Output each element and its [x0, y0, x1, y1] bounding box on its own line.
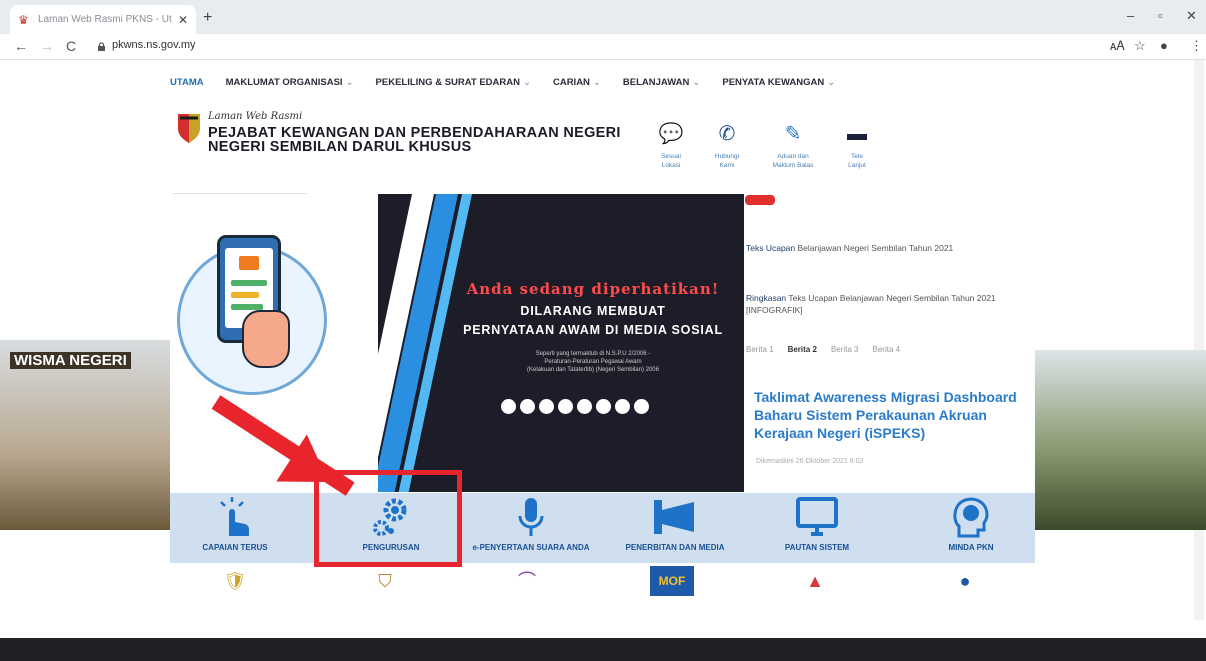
feedback-icon: ✎ — [784, 123, 802, 145]
hand-icon — [242, 310, 290, 368]
feature-pautan-sistem[interactable]: PAUTAN SISTEM — [752, 496, 882, 552]
site-subtitle: Laman Web Rasmi — [208, 111, 303, 122]
jkt-logo-icon[interactable]: ▲ — [800, 566, 830, 596]
wisma-negeri-sign: WISMA NEGERI — [10, 352, 131, 369]
quick-link-chatbot[interactable]: ▬ Tele Lanjut — [832, 122, 882, 170]
back-arrow-icon[interactable]: ← — [14, 38, 28, 54]
quick-link-lokasi[interactable]: 💬 Sesuai Lokasi — [646, 122, 696, 170]
news-tabs: Berita 1 Berita 2 Berita 3 Berita 4 — [746, 345, 900, 354]
news-headline[interactable]: Taklimat Awareness Migrasi Dashboard Bah… — [754, 388, 1019, 442]
google-plus-icon — [558, 399, 573, 414]
browser-tab-bar: ♛ Laman Web Rasmi PKNS - Ut ✕ + – ▫ ✕ — [0, 0, 1206, 34]
banner-message: DILARANG MEMBUAT PERNYATAAN AWAM DI MEDI… — [463, 304, 723, 337]
state-crest-icon[interactable] — [176, 112, 202, 144]
tab-close-icon[interactable]: ✕ — [178, 13, 188, 27]
quick-link-aduan[interactable]: ✎ Aduan dan Maklum Balas — [768, 122, 818, 170]
chat-icon: 💬 — [658, 123, 684, 145]
mof-logo-icon[interactable]: MOF — [650, 566, 694, 596]
chevron-down-icon: ⌄ — [345, 77, 354, 88]
site-title[interactable]: PEJABAT KEWANGAN DAN PERBENDAHARAAN NEGE… — [208, 126, 621, 155]
restore-icon[interactable]: ▫ — [1158, 8, 1163, 23]
malaysia-crest-icon[interactable]: 🛡 — [220, 566, 250, 596]
social-icon — [596, 399, 611, 414]
reload-icon[interactable]: C — [66, 38, 76, 54]
tab-berita-4[interactable]: Berita 4 — [873, 345, 901, 354]
menu-item-belanjawan[interactable]: BELANJAWAN ⌄ — [623, 77, 700, 88]
ansi-logo-icon[interactable]: ⌒ — [512, 566, 542, 596]
megaphone-icon — [654, 500, 694, 534]
menu-item-penyata-kewangan[interactable]: PENYATA KEWANGAN ⌄ — [722, 77, 835, 88]
banner-reference: Seperti yang termaktub di N.S.P.U 2/2006… — [527, 351, 659, 373]
chevron-down-icon: ⌄ — [692, 77, 701, 88]
menu-item-carian[interactable]: CARIAN ⌄ — [553, 77, 601, 88]
microphone-icon — [518, 498, 544, 536]
divider — [172, 193, 307, 194]
monitor-icon — [796, 497, 838, 536]
chevron-down-icon: ⌄ — [523, 77, 531, 88]
tab-title: Laman Web Rasmi PKNS - Ut — [38, 14, 172, 25]
brain-head-icon — [953, 497, 989, 538]
feature-minda-pkn[interactable]: MINDA PKN — [906, 496, 1036, 552]
tab-berita-1[interactable]: Berita 1 — [746, 345, 774, 354]
news-link-teks-ucapan[interactable]: Teks Ucapan Belanjawan Negeri Sembilan T… — [746, 242, 1016, 254]
new-tab-button[interactable]: + — [203, 9, 212, 27]
feature-e-penyertaan[interactable]: e-PENYERTAAN SUARA ANDA — [466, 496, 596, 552]
banner-heading: Anda sedang diperhatikan! — [466, 280, 720, 298]
menu-item-maklumat-organisasi[interactable]: MAKLUMAT ORGANISASI ⌄ — [226, 77, 354, 88]
tab-berita-2[interactable]: Berita 2 — [788, 345, 817, 354]
phone-icon: ✆ — [718, 123, 736, 145]
menu-item-pekeliling[interactable]: PEKELILING & SURAT EDARAN ⌄ — [376, 77, 531, 88]
ns-crest-icon[interactable]: ⛉ — [370, 566, 400, 596]
feature-capaian-terus[interactable]: CAPAIAN TERUS — [170, 496, 300, 552]
instagram-icon — [577, 399, 592, 414]
globe-logo-icon[interactable]: ● — [950, 566, 980, 596]
address-bar[interactable]: pkwns.ns.gov.my — [112, 39, 196, 51]
quick-link-hubungi[interactable]: ✆ Hubungi Kami — [702, 122, 752, 170]
chatbot-icon: ▬ — [847, 123, 867, 145]
browser-menu-icon[interactable]: ⋮ — [1190, 38, 1203, 54]
tab-berita-3[interactable]: Berita 3 — [831, 345, 859, 354]
forward-arrow-icon[interactable]: → — [40, 38, 54, 54]
chevron-down-icon: ⌄ — [592, 77, 601, 88]
account-icon[interactable]: ● — [1160, 38, 1168, 53]
social-icon — [634, 399, 649, 414]
social-icon — [501, 399, 516, 414]
annotation-highlight-box — [314, 470, 462, 567]
facebook-icon — [520, 399, 535, 414]
new-badge — [745, 195, 775, 205]
menu-item-utama[interactable]: UTAMA — [170, 77, 204, 88]
page-scrollbar[interactable] — [1194, 60, 1204, 620]
chevron-down-icon: ⌄ — [827, 77, 836, 88]
tap-hand-icon — [220, 497, 249, 536]
news-date: Dikemaskini 26 Oktober 2021 8:02 — [756, 458, 864, 465]
feature-penerbitan-media[interactable]: PENERBITAN DAN MEDIA — [610, 496, 740, 552]
window-close-icon[interactable]: ✕ — [1186, 8, 1197, 24]
site-favicon-icon: ♛ — [18, 12, 29, 27]
browser-toolbar: ← → C pkwns.ns.gov.my 🗚 ☆ ● ⋮ — [0, 34, 1206, 60]
traditional-house-photo — [1035, 350, 1206, 530]
page-footer — [0, 638, 1206, 661]
web-page: UTAMA MAKLUMAT ORGANISASI ⌄ PEKELILING & … — [0, 60, 1206, 661]
lock-icon — [98, 42, 105, 51]
news-link-ringkasan[interactable]: Ringkasan Teks Ucapan Belanjawan Negeri … — [746, 292, 1016, 316]
minimize-icon[interactable]: – — [1127, 8, 1134, 23]
play-icon — [239, 256, 259, 270]
social-icons — [501, 399, 649, 414]
bookmark-star-icon[interactable]: ☆ — [1134, 38, 1146, 54]
translate-icon[interactable]: 🗚 — [1110, 38, 1125, 54]
twitter-icon — [539, 399, 554, 414]
main-menu: UTAMA MAKLUMAT ORGANISASI ⌄ PEKELILING & … — [170, 77, 857, 88]
youtube-icon — [615, 399, 630, 414]
browser-tab[interactable]: ♛ Laman Web Rasmi PKNS - Ut ✕ — [10, 5, 196, 34]
hero-banner[interactable]: Anda sedang diperhatikan! DILARANG MEMBU… — [378, 194, 744, 492]
